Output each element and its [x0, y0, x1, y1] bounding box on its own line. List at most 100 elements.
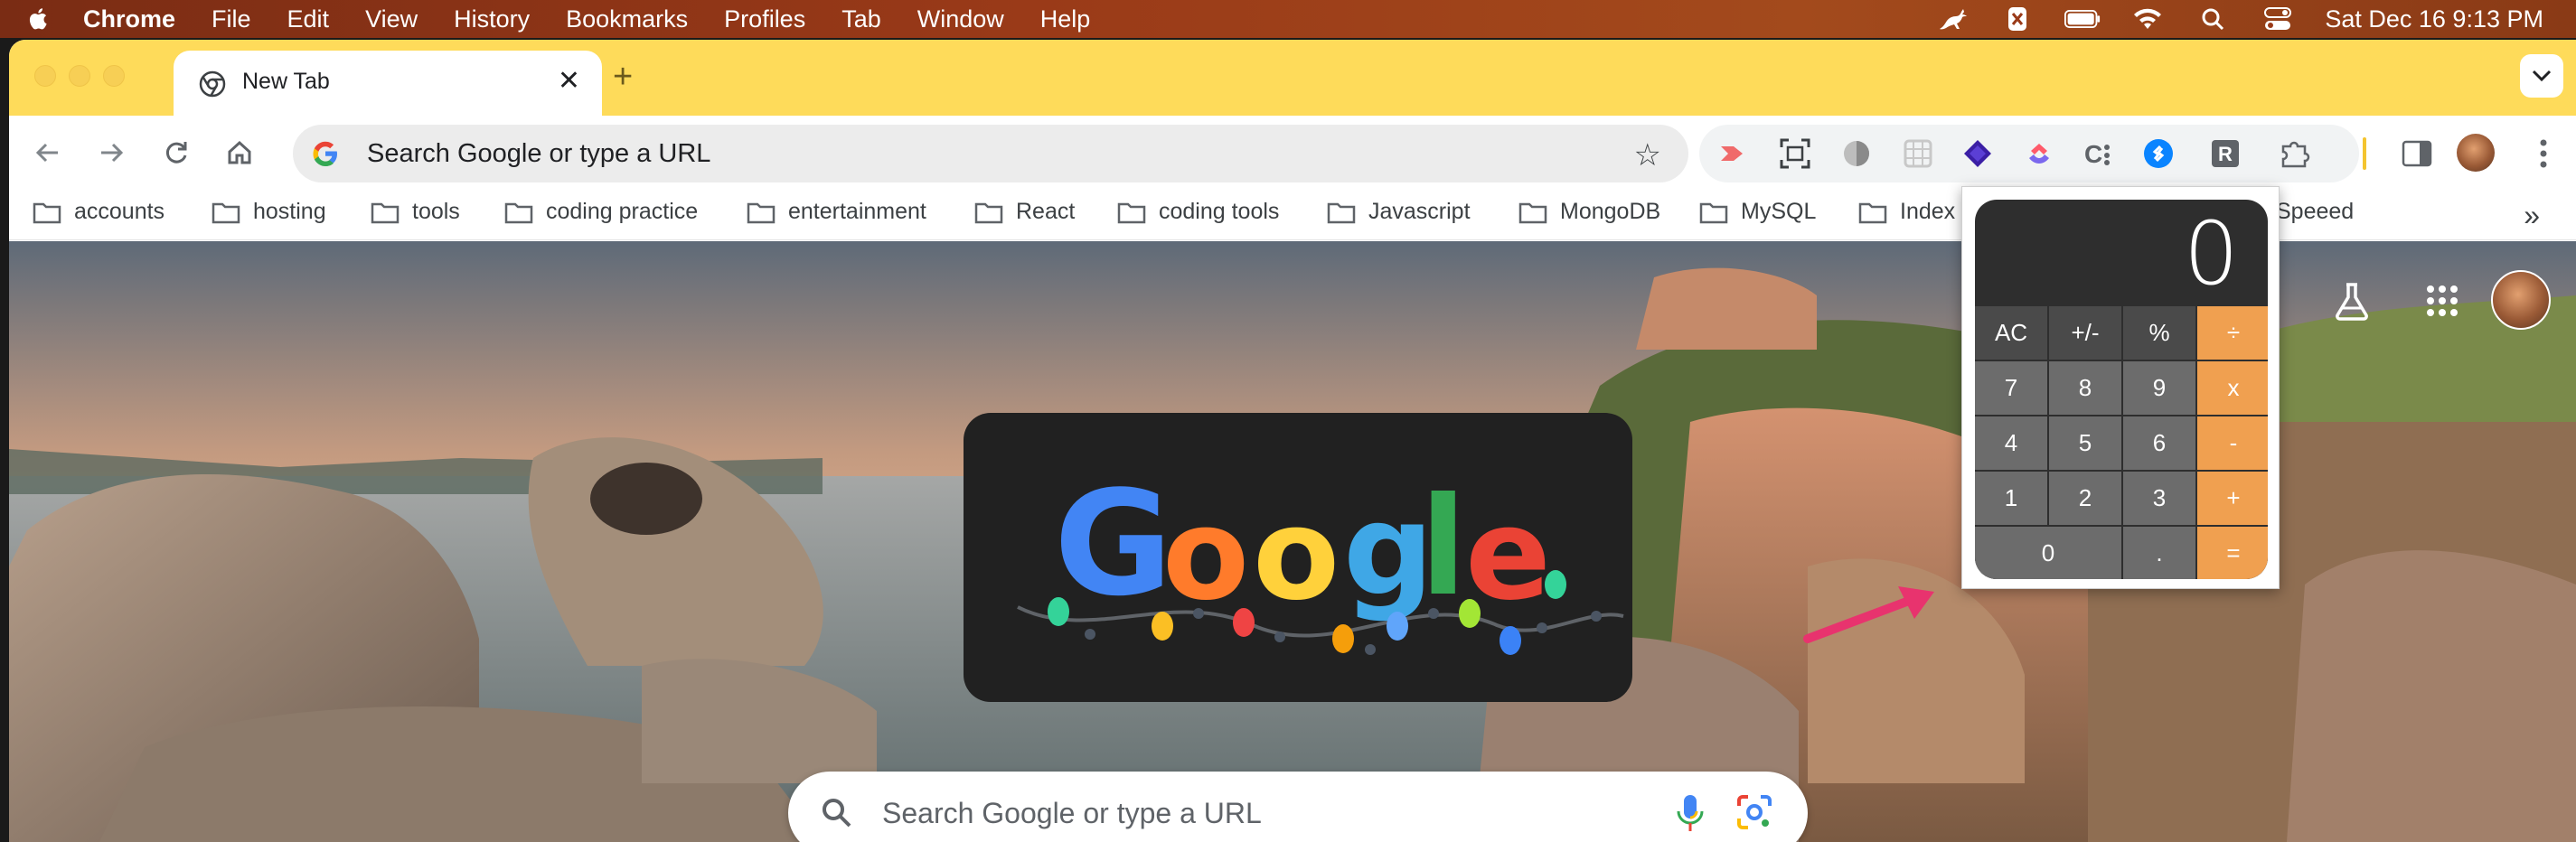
- puzzle-icon[interactable]: [2278, 137, 2310, 170]
- svg-text:C: C: [2084, 140, 2102, 168]
- bookmark-folder-coding-tools[interactable]: coding tools: [1117, 199, 1279, 225]
- address-bar[interactable]: Search Google or type a URL ☆: [293, 125, 1688, 182]
- menu-profiles[interactable]: Profiles: [724, 5, 805, 33]
- kangaroo-icon[interactable]: [1934, 5, 1970, 33]
- grid-extension-icon[interactable]: [1902, 137, 1934, 170]
- calculator-key[interactable]: -: [2197, 416, 2268, 470]
- calculator-key[interactable]: 2: [2049, 472, 2121, 525]
- forward-button[interactable]: [90, 132, 132, 173]
- calculator-key[interactable]: 4: [1975, 416, 2047, 470]
- doodle-letter-o2: o: [1253, 482, 1340, 629]
- tab-new-tab[interactable]: New Tab ✕: [174, 51, 602, 116]
- calculator-key[interactable]: ÷: [2197, 306, 2268, 360]
- microphone-icon[interactable]: [1672, 793, 1708, 833]
- reload-icon: [165, 142, 187, 164]
- menu-help[interactable]: Help: [1040, 5, 1091, 33]
- close-tab-icon[interactable]: ✕: [558, 65, 580, 97]
- bookmark-folder-coding-practice[interactable]: coding practice: [504, 199, 698, 225]
- menu-view[interactable]: View: [365, 5, 418, 33]
- calculator-key[interactable]: 5: [2049, 416, 2121, 470]
- calculator-key[interactable]: 1: [1975, 472, 2047, 525]
- bookmark-label: coding practice: [546, 199, 699, 224]
- bookmarks-overflow-chevron-icon[interactable]: »: [2524, 199, 2540, 232]
- shazam-extension-icon[interactable]: [2142, 137, 2175, 170]
- apple-icon[interactable]: [25, 5, 52, 33]
- menu-chrome[interactable]: Chrome: [83, 5, 175, 33]
- menu-edit[interactable]: Edit: [287, 5, 330, 33]
- bookmark-folder-mysql[interactable]: MySQL: [1699, 199, 1816, 225]
- wifi-icon[interactable]: [2129, 5, 2166, 33]
- bookmark-speeed[interactable]: Speeed: [2276, 199, 2354, 225]
- ntp-profile-avatar[interactable]: [2491, 270, 2551, 330]
- battery-icon[interactable]: [2064, 5, 2101, 33]
- bookmark-label: entertainment: [788, 199, 926, 224]
- control-center-icon[interactable]: [2260, 5, 2296, 33]
- calculator-key[interactable]: %: [2123, 306, 2195, 360]
- dark-reader-extension-icon[interactable]: [1840, 137, 1873, 170]
- bookmark-folder-hosting[interactable]: hosting: [212, 199, 326, 225]
- doodle-letter-o1: o: [1162, 482, 1249, 629]
- minimize-window-button[interactable]: [69, 65, 90, 87]
- back-button[interactable]: [27, 132, 69, 173]
- ntp-search-placeholder: Search Google or type a URL: [882, 797, 1262, 829]
- calculator-key[interactable]: +/-: [2049, 306, 2121, 360]
- layers-extension-icon[interactable]: [1961, 137, 1994, 170]
- side-panel-icon[interactable]: [2401, 137, 2433, 170]
- menu-history[interactable]: History: [454, 5, 530, 33]
- profile-avatar[interactable]: [2457, 134, 2495, 172]
- bookmark-label: hosting: [253, 199, 326, 224]
- close-window-button[interactable]: [34, 65, 56, 87]
- spotlight-search-icon[interactable]: [2195, 5, 2231, 33]
- folder-icon: [212, 202, 240, 223]
- calculator-key[interactable]: 7: [1975, 361, 2047, 415]
- bookmark-label: MongoDB: [1560, 199, 1661, 224]
- bookmark-folder-index[interactable]: Index: [1858, 199, 1955, 225]
- zoom-window-button[interactable]: [103, 65, 125, 87]
- calculator-key[interactable]: 3: [2123, 472, 2195, 525]
- doodle-letter-g: G: [1054, 459, 1172, 628]
- calculator-key[interactable]: 9: [2123, 361, 2195, 415]
- bookmark-folder-accounts[interactable]: accounts: [33, 199, 165, 225]
- menu-bookmarks[interactable]: Bookmarks: [566, 5, 688, 33]
- folder-icon: [371, 202, 400, 223]
- calculator-key[interactable]: 8: [2049, 361, 2121, 415]
- bookmark-folder-react[interactable]: React: [974, 199, 1075, 225]
- clipboard-icon[interactable]: [1999, 5, 2035, 33]
- bookmark-folder-mongodb[interactable]: MongoDB: [1518, 199, 1660, 225]
- google-apps-icon[interactable]: [2417, 276, 2468, 326]
- calculator-key[interactable]: AC: [1975, 306, 2047, 360]
- home-button[interactable]: [219, 132, 260, 173]
- calculator-key[interactable]: =: [2197, 527, 2268, 579]
- calculator-key[interactable]: x: [2197, 361, 2268, 415]
- menu-tab[interactable]: Tab: [841, 5, 881, 33]
- calculator-key[interactable]: 0: [1975, 527, 2121, 579]
- calculator-key[interactable]: +: [2197, 472, 2268, 525]
- menu-bar-clock[interactable]: Sat Dec 16 9:13 PM: [2325, 5, 2543, 33]
- clickup-extension-icon[interactable]: [2023, 137, 2055, 170]
- google-doodle-lights: G o o g l e: [1017, 459, 1624, 655]
- readwise-extension-icon[interactable]: [1717, 137, 1750, 170]
- menu-window[interactable]: Window: [917, 5, 1004, 33]
- r-extension-icon: R: [2207, 137, 2243, 170]
- calculator-keypad: AC +/-% ÷ 7 8 9 x 4 5 6- 1 2 3 +0. =: [1975, 306, 2268, 579]
- arrow-left-icon: [35, 143, 58, 163]
- chevron-down-icon: [2532, 70, 2552, 82]
- labs-flask-icon[interactable]: [2327, 276, 2377, 326]
- folder-icon: [33, 202, 61, 223]
- codeium-extension-icon[interactable]: C: [2082, 137, 2115, 170]
- kebab-menu-icon[interactable]: [2527, 137, 2560, 170]
- new-tab-button[interactable]: +: [613, 58, 633, 97]
- bookmark-star-icon[interactable]: ☆: [1634, 137, 1661, 173]
- google-doodle[interactable]: G o o g l e: [964, 413, 1632, 702]
- bookmark-folder-tools[interactable]: tools: [371, 199, 460, 225]
- screenshot-extension-icon[interactable]: [1779, 137, 1811, 170]
- google-lens-icon[interactable]: [1735, 793, 1773, 831]
- tab-search-button[interactable]: [2520, 54, 2563, 98]
- bookmark-folder-entertainment[interactable]: entertainment: [747, 199, 926, 225]
- ntp-search-box[interactable]: Search Google or type a URL: [788, 772, 1808, 842]
- calculator-key[interactable]: .: [2123, 527, 2195, 579]
- calculator-key[interactable]: 6: [2123, 416, 2195, 470]
- menu-file[interactable]: File: [212, 5, 251, 33]
- bookmark-folder-javascript[interactable]: Javascript: [1327, 199, 1471, 225]
- reload-button[interactable]: [155, 132, 197, 173]
